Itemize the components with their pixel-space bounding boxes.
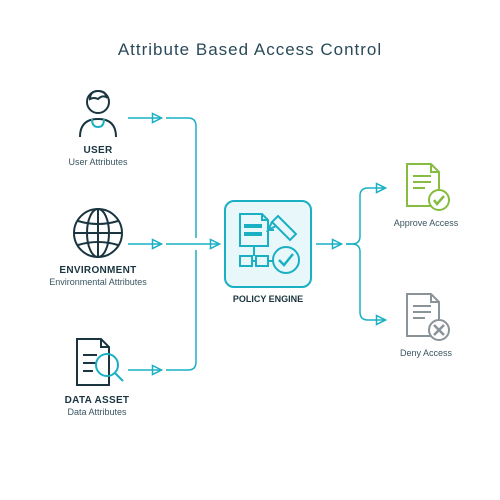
node-user: USER User Attributes xyxy=(48,85,148,167)
globe-icon xyxy=(28,205,168,261)
data-asset-title: DATA ASSET xyxy=(42,395,152,406)
node-policy-engine: POLICY ENGINE xyxy=(213,200,323,304)
environment-title: ENVIRONMENT xyxy=(28,265,168,276)
user-subtitle: User Attributes xyxy=(48,157,148,167)
environment-subtitle: Environmental Attributes xyxy=(28,277,168,287)
deny-label: Deny Access xyxy=(376,348,476,358)
diagram-title: Attribute Based Access Control xyxy=(0,40,500,60)
data-asset-icon xyxy=(42,335,152,391)
node-data-asset: DATA ASSET Data Attributes xyxy=(42,335,152,417)
user-title: USER xyxy=(48,145,148,156)
node-deny: Deny Access xyxy=(376,290,476,358)
policy-engine-label: POLICY ENGINE xyxy=(213,294,323,304)
approve-label: Approve Access xyxy=(376,218,476,228)
approve-icon xyxy=(376,160,476,214)
policy-engine-icon xyxy=(230,206,306,282)
node-approve: Approve Access xyxy=(376,160,476,228)
user-icon xyxy=(48,85,148,141)
data-asset-subtitle: Data Attributes xyxy=(42,407,152,417)
policy-engine-box xyxy=(224,200,312,288)
node-environment: ENVIRONMENT Environmental Attributes xyxy=(28,205,168,287)
deny-icon xyxy=(376,290,476,344)
